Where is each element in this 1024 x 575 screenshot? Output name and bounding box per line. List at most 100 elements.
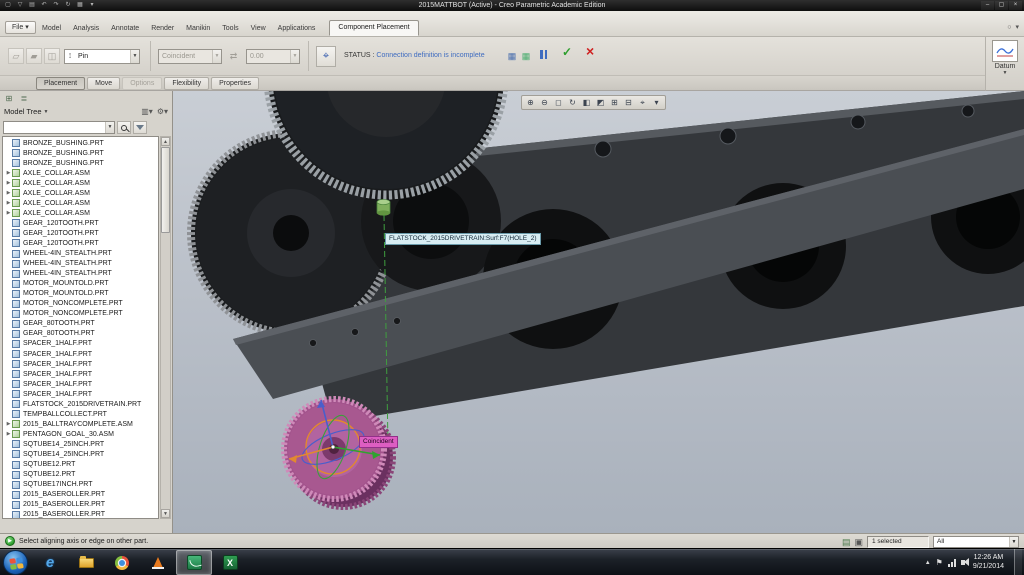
perspective-icon[interactable]: ◩ <box>594 96 607 109</box>
repaint-icon[interactable]: ↻ <box>566 96 579 109</box>
expand-arrow-icon[interactable]: ▶ <box>5 180 12 186</box>
constraint-tag[interactable]: Coincident <box>359 436 398 448</box>
annotation-display-icon[interactable]: ⊟ <box>622 96 635 109</box>
spin-center-icon[interactable]: ⌖ <box>636 96 649 109</box>
file-menu-button[interactable]: File ▾ <box>5 21 36 34</box>
network-icon[interactable] <box>947 558 956 567</box>
tree-item[interactable]: ▶ SPACER_1HALF.PRT <box>3 369 158 379</box>
tree-item[interactable]: ▶ WHEEL-4IN_STEALTH.PRT <box>3 269 158 279</box>
taskbar-explorer[interactable] <box>68 550 104 575</box>
tree-columns-icon[interactable]: ▥▾ <box>141 107 153 116</box>
ribbon-tab[interactable]: Manikin <box>180 21 216 36</box>
action-center-icon[interactable]: ⚑ <box>936 558 943 567</box>
tree-item[interactable]: ▶ MOTOR_NONCOMPLETE.PRT <box>3 299 158 309</box>
highlighted-hole[interactable] <box>376 199 391 216</box>
expand-arrow-icon[interactable]: ▶ <box>5 170 12 176</box>
tray-expand-icon[interactable]: ▲ <box>925 560 931 566</box>
selection-filter-dropdown[interactable]: All ▼ <box>933 535 1019 548</box>
tree-item[interactable]: ▶ 2015_BASEROLLER.PRT <box>3 500 158 510</box>
show-desktop-button[interactable] <box>1014 549 1022 575</box>
tree-item[interactable]: ▶ 2015_BASEROLLER.PRT <box>3 510 158 518</box>
minimize-ribbon-icon[interactable]: ▾ <box>1015 23 1019 33</box>
tree-item[interactable]: ▶ SQTUBE17INCH.PRT <box>3 480 158 490</box>
taskbar-vlc[interactable] <box>140 550 176 575</box>
dashboard-tab[interactable]: Move <box>87 76 121 90</box>
layer-tree-icon[interactable]: ≣ <box>18 93 30 104</box>
chevron-down-icon[interactable]: ▼ <box>1009 536 1018 547</box>
taskbar-internet-explorer[interactable]: e <box>32 550 68 575</box>
maximize-button[interactable]: ▢ <box>995 1 1008 10</box>
find-tool-icon[interactable]: ▤ <box>842 536 851 548</box>
accept-button[interactable]: ✓ <box>562 45 572 59</box>
offset-value-field[interactable]: 0.00 ▼ <box>246 49 300 64</box>
tree-item[interactable]: ▶ SPACER_1HALF.PRT <box>3 339 158 349</box>
start-button[interactable] <box>3 550 28 575</box>
ribbon-tab[interactable]: Model <box>36 21 67 36</box>
zoom-out-icon[interactable]: ⊖ <box>538 96 551 109</box>
close-button[interactable]: × <box>1009 1 1022 10</box>
ribbon-tab[interactable]: Render <box>145 21 180 36</box>
model-tree-title[interactable]: Model Tree <box>4 107 42 116</box>
chevron-down-icon[interactable]: ▼ <box>130 50 139 63</box>
datum-plane-button[interactable] <box>992 40 1018 62</box>
tree-item[interactable]: ▶ 2015_BALLTRAYCOMPLETE.ASM <box>3 419 158 429</box>
tree-item[interactable]: ▶ SPACER_1HALF.PRT <box>3 379 158 389</box>
refit-icon[interactable]: ◻ <box>552 96 565 109</box>
ribbon-tab[interactable]: Tools <box>216 21 244 36</box>
tree-item[interactable]: ▶ MOTOR_MOUNTOLD.PRT <box>3 289 158 299</box>
taskbar-chrome[interactable] <box>104 550 140 575</box>
tree-item[interactable]: ▶ WHEEL-4IN_STEALTH.PRT <box>3 249 158 259</box>
taskbar-creo-active[interactable] <box>176 550 212 575</box>
select-set-icon[interactable]: ▣ <box>854 536 863 548</box>
tree-item[interactable]: ▶ AXLE_COLLAR.ASM <box>3 168 158 178</box>
tree-item[interactable]: ▶ BRONZE_BUSHING.PRT <box>3 148 158 158</box>
cancel-button[interactable]: × <box>586 43 594 59</box>
dashboard-tab[interactable]: Properties <box>211 76 260 90</box>
graphics-viewport[interactable]: ⊕ ⊖ ◻ ↻ ◧ ◩ ⊞ ⊟ ⌖ ▾ FLATSTOCK_2015DRIVETRAIN:Surf… <box>173 91 1024 533</box>
tree-item[interactable]: ▶ AXLE_COLLAR.ASM <box>3 208 158 218</box>
tree-item[interactable]: ▶ GEAR_80TOOTH.PRT <box>3 329 158 339</box>
user-defined-set-icon[interactable]: ▱ <box>8 48 24 64</box>
dashboard-tab[interactable]: Flexibility <box>164 76 210 90</box>
tree-item[interactable]: ▶ GEAR_120TOOTH.PRT <box>3 218 158 228</box>
saved-orientations-icon[interactable]: ▾ <box>650 96 663 109</box>
tree-item[interactable]: ▶ GEAR_120TOOTH.PRT <box>3 228 158 238</box>
expand-arrow-icon[interactable]: ▶ <box>5 200 12 206</box>
tree-item[interactable]: ▶ TEMPBALLCOLLECT.PRT <box>3 409 158 419</box>
tree-settings-icon[interactable]: ⚙▾ <box>157 107 168 116</box>
minimize-button[interactable]: – <box>981 1 994 10</box>
chevron-down-icon[interactable]: ▼ <box>105 122 114 133</box>
tree-item[interactable]: ▶ BRONZE_BUSHING.PRT <box>3 138 158 148</box>
tree-item[interactable]: ▶ GEAR_120TOOTH.PRT <box>3 238 158 248</box>
show-model-tree-icon[interactable]: ⊞ <box>3 93 15 104</box>
dashboard-tab[interactable]: Options <box>122 76 163 90</box>
tree-item[interactable]: ▶ FLATSTOCK_2015DRIVETRAIN.PRT <box>3 399 158 409</box>
assembly-model[interactable] <box>187 91 1024 423</box>
chevron-down-icon[interactable]: ▼ <box>986 70 1024 77</box>
tree-item[interactable]: ▶ MOTOR_MOUNTOLD.PRT <box>3 279 158 289</box>
expand-arrow-icon[interactable]: ▶ <box>5 190 12 196</box>
tree-item[interactable]: ▶ AXLE_COLLAR.ASM <box>3 188 158 198</box>
scroll-down-icon[interactable]: ▼ <box>161 509 170 518</box>
connection-type-dropdown[interactable]: ⟟ Pin ▼ <box>64 49 140 64</box>
constraint-type-dropdown[interactable]: Coincident ▼ <box>158 49 222 64</box>
datum-display-icon[interactable]: ⊞ <box>608 96 621 109</box>
zoom-in-icon[interactable]: ⊕ <box>524 96 537 109</box>
connection-table-icon[interactable]: ▦ <box>520 50 532 62</box>
tab-component-placement[interactable]: Component Placement <box>329 20 419 36</box>
search-input[interactable]: ▼ <box>3 121 115 134</box>
tree-item[interactable]: ▶ AXLE_COLLAR.ASM <box>3 178 158 188</box>
scroll-up-icon[interactable]: ▲ <box>161 137 170 146</box>
placement-table-icon[interactable]: ▦ <box>506 50 518 62</box>
tree-item[interactable]: ▶ WHEEL-4IN_STEALTH.PRT <box>3 259 158 269</box>
ribbon-tab[interactable]: Applications <box>272 21 322 36</box>
ribbon-tab[interactable]: Analysis <box>67 21 105 36</box>
command-search-icon[interactable]: ○ <box>1007 23 1011 33</box>
expand-arrow-icon[interactable]: ▶ <box>5 210 12 216</box>
model-tree-scrollbar[interactable]: ▲ ▼ <box>160 136 171 519</box>
expand-arrow-icon[interactable]: ▶ <box>5 431 12 437</box>
tree-item[interactable]: ▶ SQTUBE14_25INCH.PRT <box>3 439 158 449</box>
tree-item[interactable]: ▶ SPACER_1HALF.PRT <box>3 349 158 359</box>
pause-button[interactable] <box>540 50 547 59</box>
tree-item[interactable]: ▶ 2015_BASEROLLER.PRT <box>3 490 158 500</box>
